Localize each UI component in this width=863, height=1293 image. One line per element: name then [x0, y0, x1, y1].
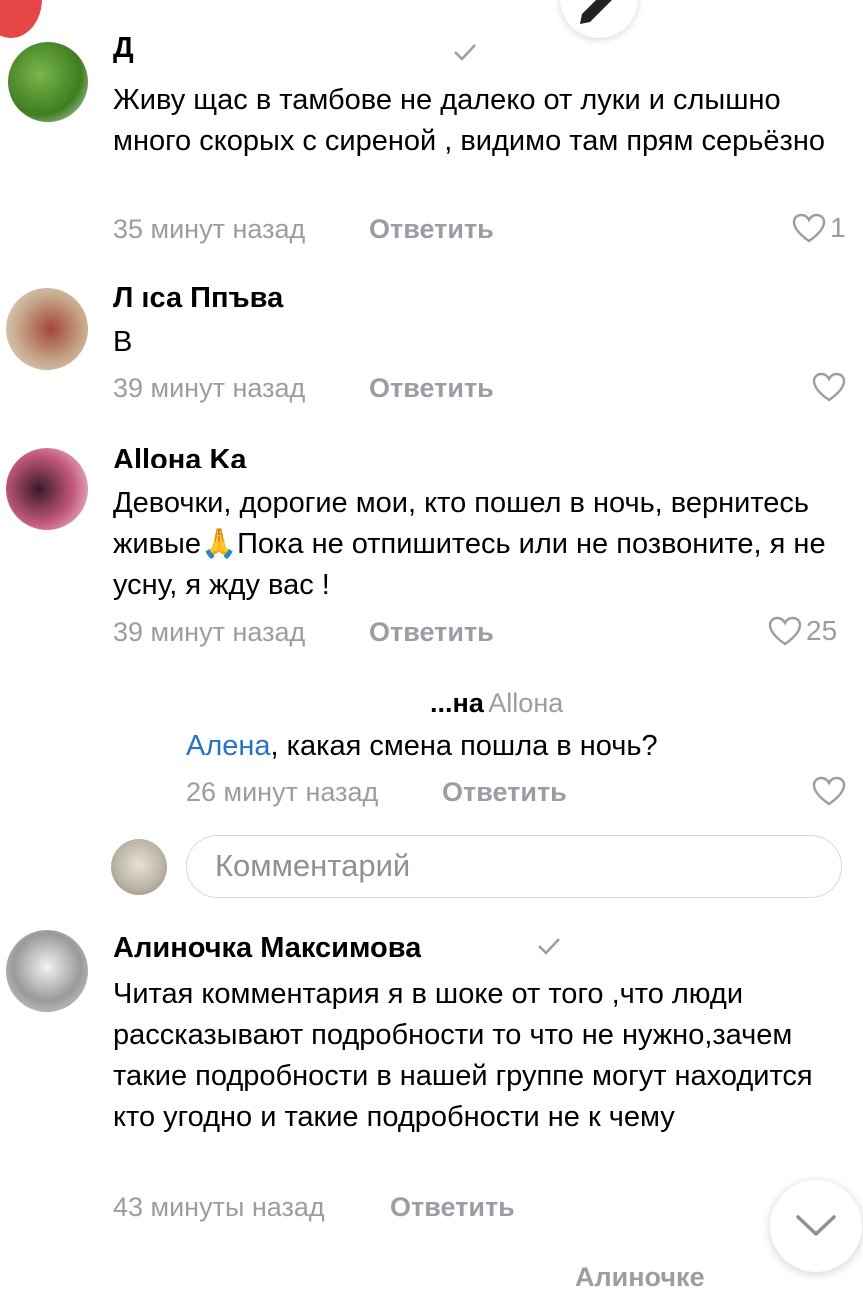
avatar[interactable]: [6, 288, 88, 370]
reply-header: ...на Alloна: [430, 688, 563, 714]
comment-author[interactable]: Alloна Ka: [113, 444, 247, 468]
reply-button[interactable]: Ответить: [369, 373, 494, 404]
comment-text: Читая комментария я в шоке от того ,что …: [113, 978, 813, 1133]
comment-author[interactable]: Д: [113, 32, 134, 65]
verified-check-icon: [454, 44, 476, 61]
comment-time: 39 минут назад: [113, 373, 306, 403]
like-count: 1: [830, 212, 846, 243]
comment-time: 39 минут назад: [113, 617, 306, 647]
heart-icon: [812, 776, 846, 806]
edit-button[interactable]: [560, 0, 638, 38]
comment-time: 43 минуты назад: [113, 1192, 325, 1222]
reply-to-name[interactable]: Alloна: [488, 688, 563, 714]
reply-time: 26 минут назад: [186, 777, 379, 807]
pencil-icon: [580, 0, 612, 24]
verified-check-icon: [538, 938, 560, 955]
close-button[interactable]: [0, 0, 42, 38]
reply-author[interactable]: ...на: [430, 688, 484, 714]
like-button[interactable]: 1: [792, 212, 846, 244]
comment-author[interactable]: Алиночка Максимова: [113, 932, 421, 960]
like-count: 25: [806, 615, 838, 646]
mention-link[interactable]: Алена: [186, 730, 271, 762]
comment-text: Девочки, дорогие мои, кто пошел в ночь, …: [113, 487, 826, 601]
like-button[interactable]: [812, 776, 846, 806]
comment-author[interactable]: Л ıса Ппъва: [113, 282, 283, 315]
avatar[interactable]: [8, 42, 88, 122]
comment-text: Живу щас в тамбове не далеко от луки и с…: [113, 84, 825, 157]
comment-time: 35 минут назад: [113, 214, 306, 244]
heart-icon: [812, 372, 846, 402]
comment-text: В: [113, 326, 133, 358]
next-reply-fragment: Алиночке: [575, 1262, 705, 1292]
comment-input[interactable]: Комментарий: [186, 835, 842, 898]
reply-button[interactable]: Ответить: [442, 777, 567, 808]
current-user-avatar: [111, 839, 167, 895]
reply-text: Алена, какая смена пошла в ночь?: [186, 726, 846, 767]
like-button[interactable]: [812, 372, 846, 402]
reply-button[interactable]: Ответить: [369, 617, 494, 648]
heart-icon: [792, 213, 826, 243]
scroll-down-button[interactable]: [770, 1180, 862, 1272]
avatar[interactable]: [6, 930, 88, 1012]
avatar[interactable]: [6, 448, 88, 530]
like-button[interactable]: 25: [768, 615, 837, 647]
reply-button[interactable]: Ответить: [369, 214, 494, 245]
reply-button[interactable]: Ответить: [390, 1192, 515, 1223]
chevron-down-icon: [796, 1215, 836, 1236]
heart-icon: [768, 616, 802, 646]
reply-body: , какая смена пошла в ночь?: [270, 730, 658, 762]
